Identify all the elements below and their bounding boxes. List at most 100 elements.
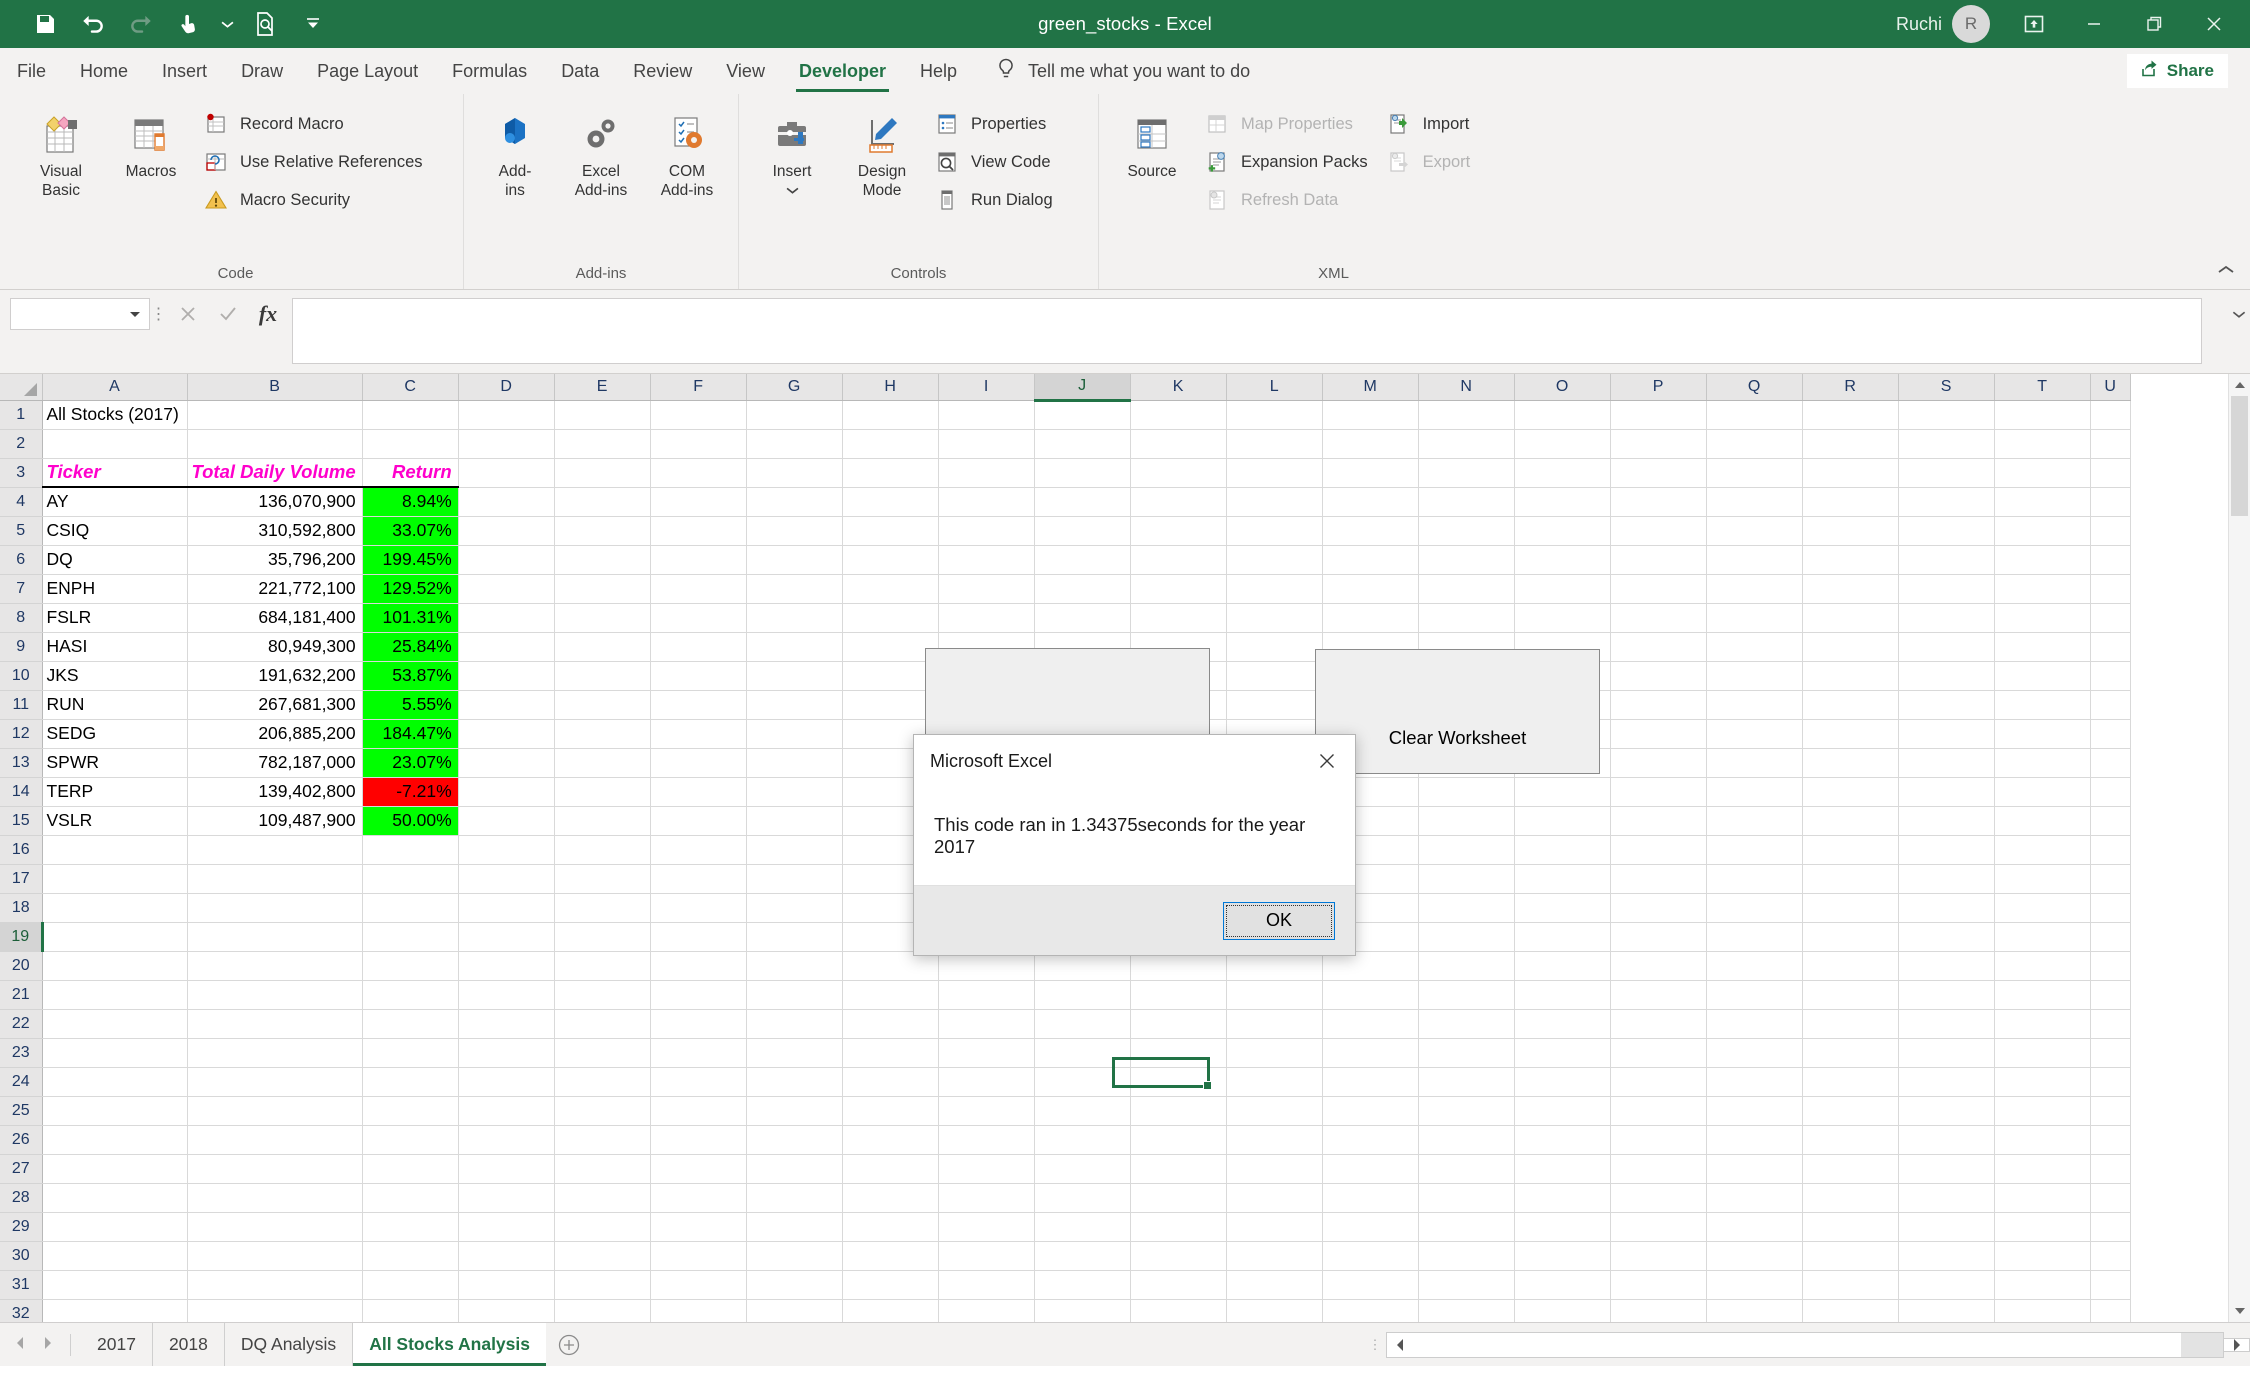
cell-C2[interactable] xyxy=(362,429,458,458)
cell-O26[interactable] xyxy=(1514,1125,1610,1154)
cell-B15[interactable]: 109,487,900 xyxy=(187,806,362,835)
cell-O3[interactable] xyxy=(1514,458,1610,487)
cell-F12[interactable] xyxy=(650,719,746,748)
cell-R12[interactable] xyxy=(1802,719,1898,748)
cell-E17[interactable] xyxy=(554,864,650,893)
name-box[interactable] xyxy=(10,298,150,330)
cell-F10[interactable] xyxy=(650,661,746,690)
touch-mode-chevron-down-icon[interactable] xyxy=(214,4,240,44)
cell-U18[interactable] xyxy=(2090,893,2130,922)
cell-G17[interactable] xyxy=(746,864,842,893)
column-header-H[interactable]: H xyxy=(842,374,938,400)
cell-L9[interactable] xyxy=(1226,632,1322,661)
cancel-icon[interactable] xyxy=(168,298,208,330)
cell-R20[interactable] xyxy=(1802,951,1898,980)
cell-J28[interactable] xyxy=(1034,1183,1130,1212)
cell-J29[interactable] xyxy=(1034,1212,1130,1241)
cell-J1[interactable] xyxy=(1034,400,1130,429)
select-all-corner[interactable] xyxy=(0,374,42,400)
cell-F18[interactable] xyxy=(650,893,746,922)
cell-C11[interactable]: 5.55% xyxy=(362,690,458,719)
column-header-B[interactable]: B xyxy=(187,374,362,400)
cell-N6[interactable] xyxy=(1418,545,1514,574)
cell-K30[interactable] xyxy=(1130,1241,1226,1270)
cell-D6[interactable] xyxy=(458,545,554,574)
column-header-Q[interactable]: Q xyxy=(1706,374,1802,400)
cell-T20[interactable] xyxy=(1994,951,2090,980)
cell-Q14[interactable] xyxy=(1706,777,1802,806)
cell-B26[interactable] xyxy=(187,1125,362,1154)
cell-G27[interactable] xyxy=(746,1154,842,1183)
cell-Q9[interactable] xyxy=(1706,632,1802,661)
cell-H7[interactable] xyxy=(842,574,938,603)
cell-C8[interactable]: 101.31% xyxy=(362,603,458,632)
cell-S6[interactable] xyxy=(1898,545,1994,574)
cell-S22[interactable] xyxy=(1898,1009,1994,1038)
cell-O6[interactable] xyxy=(1514,545,1610,574)
cell-M27[interactable] xyxy=(1322,1154,1418,1183)
cell-O18[interactable] xyxy=(1514,893,1610,922)
print-preview-icon[interactable] xyxy=(242,4,288,44)
cell-U20[interactable] xyxy=(2090,951,2130,980)
cell-E30[interactable] xyxy=(554,1241,650,1270)
undo-icon[interactable] xyxy=(70,4,116,44)
cell-G21[interactable] xyxy=(746,980,842,1009)
cell-D26[interactable] xyxy=(458,1125,554,1154)
cell-N7[interactable] xyxy=(1418,574,1514,603)
cell-N17[interactable] xyxy=(1418,864,1514,893)
cell-T10[interactable] xyxy=(1994,661,2090,690)
cell-S14[interactable] xyxy=(1898,777,1994,806)
cell-G14[interactable] xyxy=(746,777,842,806)
cell-M32[interactable] xyxy=(1322,1299,1418,1322)
cell-T25[interactable] xyxy=(1994,1096,2090,1125)
cell-L30[interactable] xyxy=(1226,1241,1322,1270)
row-header-20[interactable]: 20 xyxy=(0,951,42,980)
cell-R5[interactable] xyxy=(1802,516,1898,545)
cell-R15[interactable] xyxy=(1802,806,1898,835)
cell-J2[interactable] xyxy=(1034,429,1130,458)
cell-R8[interactable] xyxy=(1802,603,1898,632)
cell-H10[interactable] xyxy=(842,661,938,690)
cell-I21[interactable] xyxy=(938,980,1034,1009)
cell-J7[interactable] xyxy=(1034,574,1130,603)
cell-A26[interactable] xyxy=(42,1125,187,1154)
cell-I22[interactable] xyxy=(938,1009,1034,1038)
cell-F11[interactable] xyxy=(650,690,746,719)
cell-R2[interactable] xyxy=(1802,429,1898,458)
cell-L7[interactable] xyxy=(1226,574,1322,603)
cell-L5[interactable] xyxy=(1226,516,1322,545)
cell-R29[interactable] xyxy=(1802,1212,1898,1241)
cell-R4[interactable] xyxy=(1802,487,1898,516)
column-header-U[interactable]: U xyxy=(2090,374,2130,400)
cell-D12[interactable] xyxy=(458,719,554,748)
cell-P24[interactable] xyxy=(1610,1067,1706,1096)
cell-O19[interactable] xyxy=(1514,922,1610,951)
cell-A15[interactable]: VSLR xyxy=(42,806,187,835)
cell-T6[interactable] xyxy=(1994,545,2090,574)
ribbon-tab-review[interactable]: Review xyxy=(616,48,709,94)
cell-U31[interactable] xyxy=(2090,1270,2130,1299)
column-header-O[interactable]: O xyxy=(1514,374,1610,400)
cell-F25[interactable] xyxy=(650,1096,746,1125)
cell-K23[interactable] xyxy=(1130,1038,1226,1067)
cell-E29[interactable] xyxy=(554,1212,650,1241)
cell-D18[interactable] xyxy=(458,893,554,922)
cell-G24[interactable] xyxy=(746,1067,842,1096)
cell-D8[interactable] xyxy=(458,603,554,632)
cell-F2[interactable] xyxy=(650,429,746,458)
cell-I32[interactable] xyxy=(938,1299,1034,1322)
cell-N21[interactable] xyxy=(1418,980,1514,1009)
cell-F13[interactable] xyxy=(650,748,746,777)
cell-L1[interactable] xyxy=(1226,400,1322,429)
cell-R21[interactable] xyxy=(1802,980,1898,1009)
cell-R25[interactable] xyxy=(1802,1096,1898,1125)
cell-R11[interactable] xyxy=(1802,690,1898,719)
cell-K2[interactable] xyxy=(1130,429,1226,458)
cell-A32[interactable] xyxy=(42,1299,187,1322)
cell-P5[interactable] xyxy=(1610,516,1706,545)
cell-K5[interactable] xyxy=(1130,516,1226,545)
cell-A4[interactable]: AY xyxy=(42,487,187,516)
cell-E5[interactable] xyxy=(554,516,650,545)
cell-U12[interactable] xyxy=(2090,719,2130,748)
expand-formula-bar-icon[interactable] xyxy=(2228,298,2250,330)
